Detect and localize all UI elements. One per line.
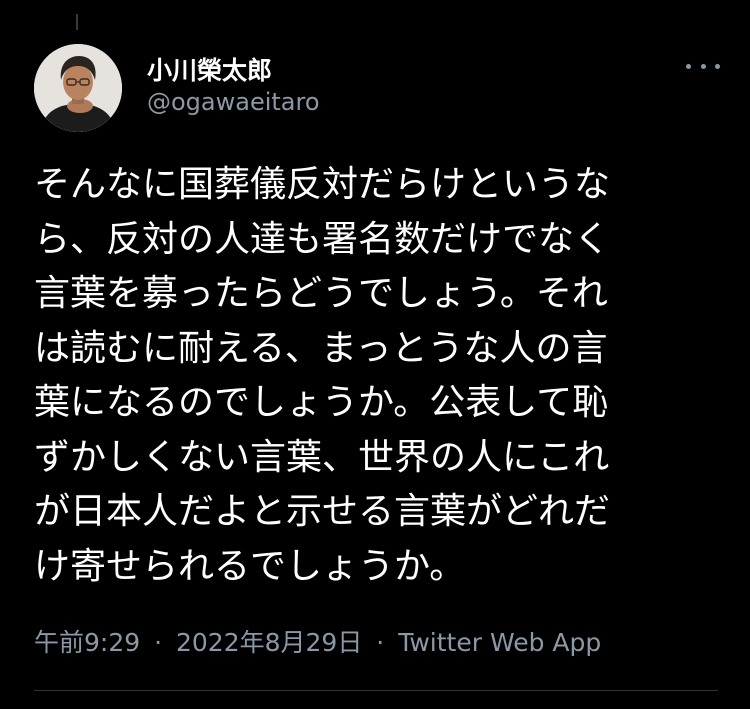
avatar[interactable] — [34, 44, 122, 132]
tweet-text-line: が日本人だよと示せる言葉がどれだ — [34, 491, 611, 532]
more-options-button[interactable] — [686, 56, 720, 76]
tweet-text: そんなに国葬儀反対だらけというな ら、反対の人達も署名数だけでなく 言葉を募った… — [34, 158, 714, 594]
tweet-text-line: そんなに国葬儀反対だらけというな — [34, 164, 611, 205]
author-handle[interactable]: @ogawaeitaro — [147, 88, 320, 116]
more-horizontal-icon-dot-2 — [700, 63, 706, 69]
tweet-text-line: 言葉を募ったらどうでしょう。それ — [34, 273, 608, 314]
tweet-metadata: 午前9:29 · 2022年8月29日 · Twitter Web App — [34, 623, 601, 659]
profile-photo-icon — [34, 44, 122, 132]
tweet-text-line: ら、反対の人達も署名数だけでなく — [34, 218, 611, 260]
tweet-text-line: は読むに耐える、まっとうな人の言 — [34, 327, 608, 369]
thread-connector-line — [76, 14, 78, 30]
tweet-text-line: ずかしくない言葉、世界の人にこれ — [34, 436, 610, 478]
more-horizontal-icon-dot-3 — [715, 63, 720, 69]
tweet-source-link[interactable]: Twitter Web App — [398, 628, 601, 657]
tweet-text-line: け寄せられるでしょうか。 — [34, 545, 466, 587]
meta-separator: · — [154, 628, 163, 657]
tweet-date[interactable]: 2022年8月29日 — [176, 628, 362, 657]
author-display-name[interactable]: 小川榮太郎 — [147, 51, 272, 87]
more-horizontal-icon — [686, 63, 691, 69]
meta-separator: · — [376, 628, 385, 657]
divider — [34, 690, 718, 691]
tweet-time[interactable]: 午前9:29 — [34, 628, 140, 657]
tweet-text-line: 葉になるのでしょうか。公表して恥 — [34, 382, 609, 423]
